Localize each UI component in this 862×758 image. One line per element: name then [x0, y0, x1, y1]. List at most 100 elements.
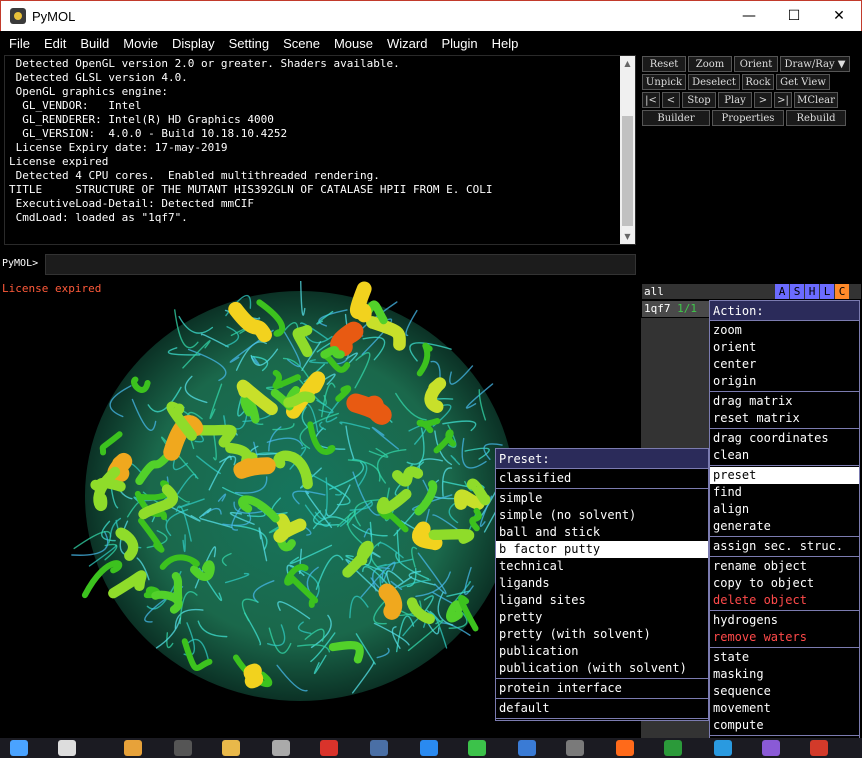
action-item-assign-sec-struc[interactable]: assign sec. struc.: [710, 538, 859, 555]
firefox-icon[interactable]: [616, 740, 634, 756]
button-deselect[interactable]: Deselect: [688, 74, 740, 90]
object-frames: 1/1: [677, 302, 697, 315]
action-item-reset-matrix[interactable]: reset matrix: [710, 410, 859, 427]
action-item-sequence[interactable]: sequence: [710, 683, 859, 700]
scroll-down-icon[interactable]: ▼: [620, 229, 635, 244]
button-rock[interactable]: Rock: [742, 74, 774, 90]
button-builder[interactable]: Builder: [642, 110, 710, 126]
action-item-movement[interactable]: movement: [710, 700, 859, 717]
action-item-generate[interactable]: generate: [710, 518, 859, 535]
vim-icon[interactable]: [664, 740, 682, 756]
button-[interactable]: >|: [774, 92, 792, 108]
action-item-preset[interactable]: preset: [710, 467, 859, 484]
preset-item-ligands[interactable]: ligands: [496, 575, 708, 592]
preset-item-protein-interface[interactable]: protein interface: [496, 680, 708, 697]
preset-item-simple-no-solvent[interactable]: simple (no solvent): [496, 507, 708, 524]
action-item-drag-coordinates[interactable]: drag coordinates: [710, 430, 859, 447]
action-item-delete-object[interactable]: delete object: [710, 592, 859, 609]
menu-mouse[interactable]: Mouse: [327, 36, 380, 51]
button-stop[interactable]: Stop: [682, 92, 716, 108]
database-icon[interactable]: [272, 740, 290, 756]
preset-item-default[interactable]: default: [496, 700, 708, 717]
minimize-button[interactable]: —: [726, 1, 772, 31]
toggle-c[interactable]: C: [835, 284, 849, 299]
button-orient[interactable]: Orient: [734, 56, 778, 72]
action-item-align[interactable]: align: [710, 501, 859, 518]
action-item-drag-matrix[interactable]: drag matrix: [710, 393, 859, 410]
app-red-icon[interactable]: [810, 740, 828, 756]
preset-item-classified[interactable]: classified: [496, 470, 708, 487]
visual-studio-icon[interactable]: [762, 740, 780, 756]
menu-display[interactable]: Display: [165, 36, 222, 51]
button-rebuild[interactable]: Rebuild: [786, 110, 846, 126]
action-item-hydrogens[interactable]: hydrogens: [710, 612, 859, 629]
menu-edit[interactable]: Edit: [37, 36, 73, 51]
preset-item-pretty-with-solvent[interactable]: pretty (with solvent): [496, 626, 708, 643]
preset-item-publication-with-solvent[interactable]: publication (with solvent): [496, 660, 708, 677]
preset-item-pretty[interactable]: pretty: [496, 609, 708, 626]
toggle-h[interactable]: H: [805, 284, 819, 299]
terminal-icon[interactable]: [174, 740, 192, 756]
action-item-remove-waters[interactable]: remove waters: [710, 629, 859, 646]
button-play[interactable]: Play: [718, 92, 752, 108]
toggle-s[interactable]: S: [790, 284, 804, 299]
button-get-view[interactable]: Get View: [776, 74, 830, 90]
object-row-1qf7[interactable]: 1qf7 1/1: [642, 301, 710, 317]
menu-plugin[interactable]: Plugin: [434, 36, 484, 51]
action-item-find[interactable]: find: [710, 484, 859, 501]
menu-movie[interactable]: Movie: [116, 36, 165, 51]
action-item-zoom[interactable]: zoom: [710, 322, 859, 339]
preset-item-b-factor-putty[interactable]: b factor putty: [496, 541, 708, 558]
action-item-state[interactable]: state: [710, 649, 859, 666]
preset-item-publication[interactable]: publication: [496, 643, 708, 660]
button-mclear[interactable]: MClear: [794, 92, 838, 108]
action-item-orient[interactable]: orient: [710, 339, 859, 356]
action-item-center[interactable]: center: [710, 356, 859, 373]
object-row-all[interactable]: all ASHLC: [642, 284, 861, 299]
menu-help[interactable]: Help: [485, 36, 526, 51]
command-input[interactable]: [45, 254, 636, 275]
menu-setting[interactable]: Setting: [222, 36, 276, 51]
app-star-icon[interactable]: [420, 740, 438, 756]
action-group: drag coordinates clean: [710, 429, 859, 466]
menu-wizard[interactable]: Wizard: [380, 36, 434, 51]
windows-start-icon[interactable]: [10, 740, 28, 756]
button-reset[interactable]: Reset: [642, 56, 686, 72]
preset-item-simple[interactable]: simple: [496, 490, 708, 507]
pymol-icon[interactable]: [370, 740, 388, 756]
button-[interactable]: |<: [642, 92, 660, 108]
button-draw-ray[interactable]: Draw/Ray ▼: [780, 56, 850, 72]
action-item-origin[interactable]: origin: [710, 373, 859, 390]
preset-item-ball-and-stick[interactable]: ball and stick: [496, 524, 708, 541]
scroll-up-icon[interactable]: ▲: [620, 56, 635, 71]
action-item-compute[interactable]: compute: [710, 717, 859, 734]
menu-build[interactable]: Build: [73, 36, 116, 51]
button-unpick[interactable]: Unpick: [642, 74, 686, 90]
scroll-thumb[interactable]: [622, 116, 633, 226]
toggle-l[interactable]: L: [820, 284, 834, 299]
button-properties[interactable]: Properties: [712, 110, 784, 126]
preset-item-technical[interactable]: technical: [496, 558, 708, 575]
action-item-rename-object[interactable]: rename object: [710, 558, 859, 575]
console-scrollbar[interactable]: ▲ ▼: [620, 56, 635, 244]
molecule-icon[interactable]: [566, 740, 584, 756]
menu-scene[interactable]: Scene: [276, 36, 327, 51]
action-item-masking[interactable]: masking: [710, 666, 859, 683]
action-item-copy-to-object[interactable]: copy to object: [710, 575, 859, 592]
maximize-button[interactable]: ☐: [771, 1, 817, 31]
toggle-a[interactable]: A: [775, 284, 789, 299]
action-item-clean[interactable]: clean: [710, 447, 859, 464]
button-[interactable]: >: [754, 92, 772, 108]
button-zoom[interactable]: Zoom: [688, 56, 732, 72]
folder-icon[interactable]: [222, 740, 240, 756]
paint-icon[interactable]: [124, 740, 142, 756]
preset-item-ligand-sites[interactable]: ligand sites: [496, 592, 708, 609]
wechat-icon[interactable]: [468, 740, 486, 756]
youdao-icon[interactable]: [320, 740, 338, 756]
close-button[interactable]: ✕: [816, 1, 862, 31]
telegram-icon[interactable]: [714, 740, 732, 756]
chrome-like-icon[interactable]: [518, 740, 536, 756]
button-[interactable]: <: [662, 92, 680, 108]
task-view-icon[interactable]: [58, 740, 76, 756]
menu-file[interactable]: File: [2, 36, 37, 51]
